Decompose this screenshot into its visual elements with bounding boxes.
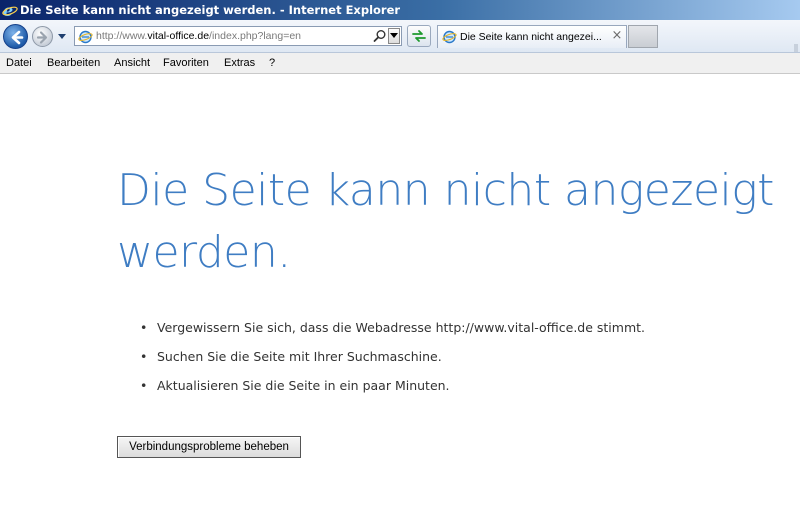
refresh-icon xyxy=(412,30,426,42)
refresh-button[interactable] xyxy=(407,25,431,47)
arrow-right-icon xyxy=(36,31,48,44)
tab-title: Die Seite kann nicht angezei... xyxy=(460,31,602,43)
menu-extras[interactable]: Extras xyxy=(224,53,255,73)
page-heading: Die Seite kann nicht angezeigt werden. xyxy=(117,165,774,278)
url-domain: vital-office.de xyxy=(147,30,210,42)
menu-datei[interactable]: Datei xyxy=(6,53,32,73)
menu-bearbeiten[interactable]: Bearbeiten xyxy=(47,53,100,73)
url-prefix: http://www. xyxy=(96,30,148,42)
forward-button[interactable] xyxy=(32,26,53,47)
address-url[interactable]: http://www.vital-office.de/index.php?lan… xyxy=(96,27,301,45)
list-item: • Suchen Sie die Seite mit Ihrer Suchmasc… xyxy=(140,345,645,374)
page-icon xyxy=(442,30,457,44)
suggestion-text: Vergewissern Sie sich, dass die Webadres… xyxy=(157,320,646,335)
chevron-down-icon xyxy=(390,33,398,38)
suggestion-text: Aktualisieren Sie die Seite in ein paar … xyxy=(157,378,450,393)
close-icon[interactable]: × xyxy=(611,29,623,42)
back-button[interactable] xyxy=(3,24,28,49)
recent-pages-dropdown-icon[interactable] xyxy=(57,31,67,41)
address-dropdown-button[interactable] xyxy=(388,28,400,44)
window-title: Die Seite kann nicht angezeigt werden. -… xyxy=(20,3,401,17)
new-tab-button[interactable] xyxy=(628,25,658,48)
menu-bar: Datei Bearbeiten Ansicht Favoriten Extra… xyxy=(0,53,800,74)
toolbar-edge xyxy=(794,44,798,52)
window-titlebar[interactable]: e Die Seite kann nicht angezeigt werden.… xyxy=(0,0,800,20)
bullet: • xyxy=(140,378,148,393)
bullet: • xyxy=(140,320,148,335)
suggestion-text: Suchen Sie die Seite mit Ihrer Suchmasch… xyxy=(157,349,442,364)
internet-explorer-icon: e xyxy=(2,2,18,18)
menu-favoriten[interactable]: Favoriten xyxy=(163,53,209,73)
navigation-bar: http://www.vital-office.de/index.php?lan… xyxy=(0,20,800,53)
menu-ansicht[interactable]: Ansicht xyxy=(114,53,150,73)
suggestion-list: • Vergewissern Sie sich, dass die Webadre… xyxy=(140,316,645,403)
list-item: • Vergewissern Sie sich, dass die Webadre… xyxy=(140,316,645,345)
bullet: • xyxy=(140,349,148,364)
arrow-left-icon xyxy=(11,30,24,45)
menu-help[interactable]: ? xyxy=(269,53,275,73)
fix-connection-problems-button[interactable]: Verbindungsprobleme beheben xyxy=(117,436,301,458)
search-icon[interactable] xyxy=(373,29,387,43)
list-item: • Aktualisieren Sie die Seite in ein paar… xyxy=(140,374,645,403)
page-icon xyxy=(78,30,93,44)
tab-active[interactable]: Die Seite kann nicht angezei... × xyxy=(437,25,627,48)
url-suffix: /index.php?lang=en xyxy=(209,30,302,42)
address-bar[interactable]: http://www.vital-office.de/index.php?lan… xyxy=(74,26,402,46)
